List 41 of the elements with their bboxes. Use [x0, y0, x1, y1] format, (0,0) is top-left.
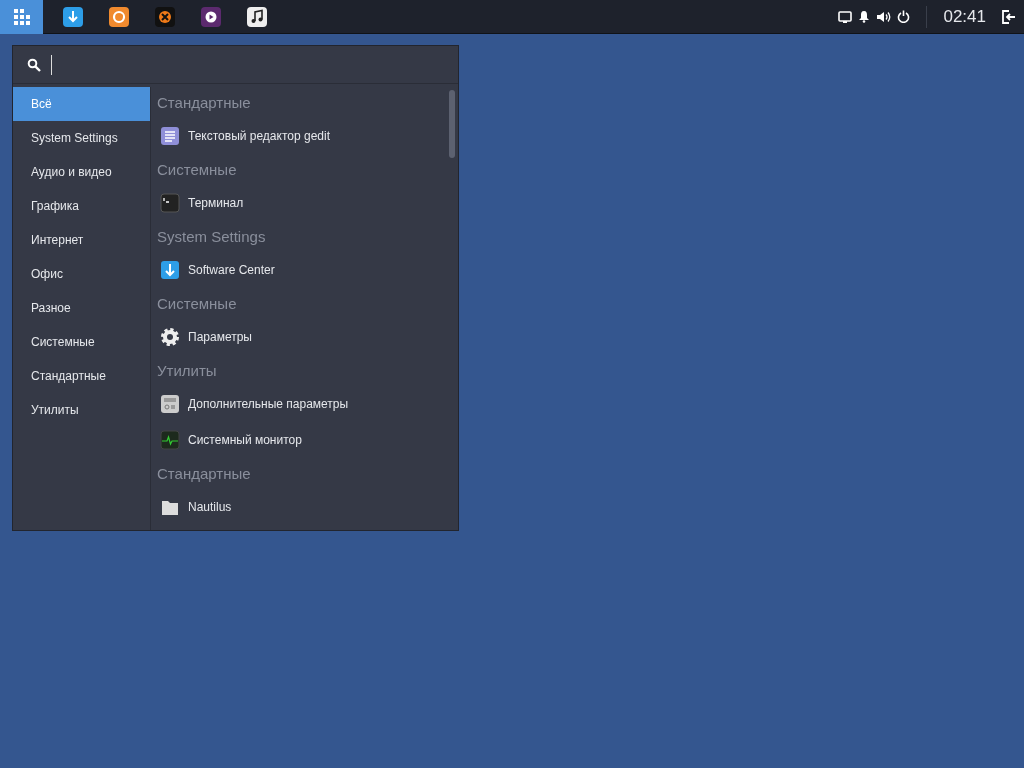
- bell-icon[interactable]: [858, 10, 871, 23]
- volume-icon[interactable]: [876, 10, 892, 23]
- category-item[interactable]: Графика: [13, 189, 150, 223]
- search-icon: [27, 57, 41, 72]
- category-item[interactable]: Стандартные: [13, 359, 150, 393]
- app-item[interactable]: Nautilus: [188, 498, 232, 516]
- category-item[interactable]: System Settings: [13, 121, 150, 155]
- play-icon[interactable]: [201, 6, 221, 27]
- system-monitor-icon: [160, 430, 180, 450]
- terminal-icon: [160, 193, 180, 213]
- settings-icon: [160, 327, 180, 347]
- section-heading: Системные: [157, 294, 238, 315]
- logout-icon[interactable]: [1002, 9, 1016, 24]
- category-item[interactable]: Системные: [13, 325, 150, 359]
- app-item[interactable]: Software Center: [188, 261, 275, 279]
- app-item[interactable]: Текстовый редактор gedit: [188, 127, 330, 145]
- control-panel-icon: [160, 394, 180, 414]
- app-item[interactable]: Параметры: [188, 328, 252, 346]
- app-menu-button[interactable]: [0, 0, 43, 34]
- category-item[interactable]: Интернет: [13, 223, 150, 257]
- scrollbar-thumb[interactable]: [449, 90, 455, 158]
- grid-icon: [11, 6, 32, 27]
- text-editor-icon: [160, 126, 180, 146]
- section-heading: Стандартные: [157, 464, 252, 485]
- section-heading: Стандартные: [157, 93, 252, 114]
- section-heading: Системные: [157, 160, 238, 181]
- power-icon[interactable]: [897, 10, 911, 23]
- category-item[interactable]: Разное: [13, 291, 150, 325]
- film-reel-icon[interactable]: [155, 6, 175, 27]
- section-heading: System Settings: [157, 227, 267, 248]
- ring-icon[interactable]: [109, 6, 129, 27]
- display-icon[interactable]: [838, 10, 853, 23]
- app-item[interactable]: Дополнительные параметры: [188, 395, 349, 413]
- section-heading: Утилиты: [157, 361, 218, 382]
- app-item[interactable]: Системный монитор: [188, 431, 302, 449]
- music-note-icon[interactable]: [247, 6, 267, 27]
- app-item[interactable]: Терминал: [188, 194, 244, 212]
- category-item[interactable]: Утилиты: [13, 393, 150, 427]
- category-item[interactable]: Аудио и видео: [13, 155, 150, 189]
- category-item[interactable]: Офис: [13, 257, 150, 291]
- clock[interactable]: 02:41: [943, 3, 986, 30]
